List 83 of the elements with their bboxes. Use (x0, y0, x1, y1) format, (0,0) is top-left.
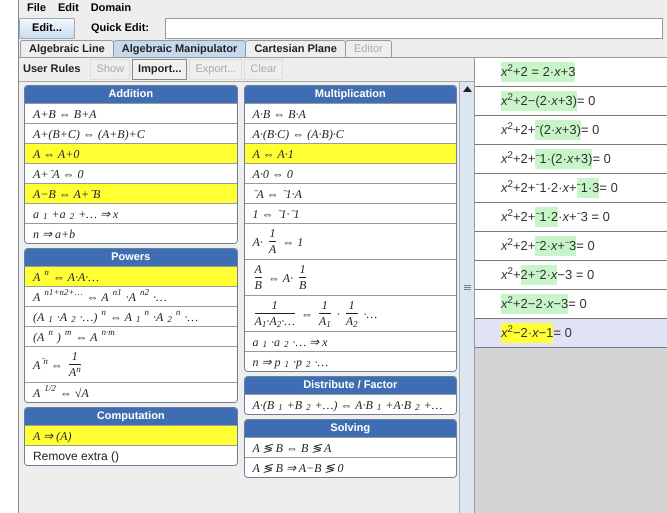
rule-row[interactable]: (A$_{1}$·A$_{2}$·…)$^{n}$ ⇔ A$_{1}$$^{n}$·A$_{2}$$^{n}$·… (25, 306, 236, 326)
scrollbar[interactable] (459, 82, 474, 513)
formula-text: A$^{⁻n}$ ⇔ (33, 356, 63, 374)
expression-part: = 0 (599, 179, 618, 198)
rule-row[interactable]: A ⇔ A·1 (244, 143, 456, 163)
expression-part: x$^{2}$+2+ (501, 149, 536, 168)
formula-text: · (336, 306, 340, 322)
expression-part: ⁻1·3 (576, 178, 600, 198)
derivation-step[interactable]: x$^{2}$+2+⁻1·(2·x+3)= 0 (475, 145, 667, 174)
expression-part: = 0 (592, 150, 611, 168)
rule-row[interactable]: A−B ⇔ A+⁻B (25, 183, 236, 203)
expression-part: x$^{2}$+2 = 2·x+3 (501, 62, 576, 82)
expression-part: ·x+⁻3 = 0 (558, 208, 610, 226)
derivation-step[interactable]: x$^{2}$+2−2·x−3= 0 (475, 290, 667, 319)
derivation-step[interactable]: x$^{2}$−2·x−1= 0 (475, 319, 667, 348)
derivation-step[interactable]: x$^{2}$+2 = 2·x+3 (475, 58, 667, 87)
expression-part: x$^{2}$+ (501, 265, 521, 284)
fraction: 1 A$_{2}$ (344, 298, 359, 329)
formula-text: ·… (364, 306, 378, 322)
expression-part: x$^{2}$+2+ (501, 236, 536, 256)
menu-item[interactable]: Edit (58, 0, 79, 17)
tab[interactable]: Algebraic Manipulator (112, 40, 246, 57)
fraction: 1 A$^{n}$ (67, 349, 82, 380)
card-header: Distribute / Factor (244, 377, 456, 394)
card-header: Addition (25, 86, 236, 103)
grip-icon (464, 285, 470, 290)
card-header: Multiplication (244, 86, 456, 103)
expression-part: = 0 (580, 121, 600, 140)
rule-row[interactable]: A$^{n}$ ⇔ A·A·… (25, 266, 236, 286)
card-header: Solving (244, 420, 456, 437)
derivation-step[interactable]: x$^{2}$+2+⁻2·x+⁻3= 0 (475, 232, 667, 261)
expression-part: x$^{2}$+2+ (501, 207, 536, 226)
expression-part: = 0 (576, 92, 596, 110)
expression-part: = 0 (568, 295, 587, 314)
derivation-step[interactable]: x$^{2}$+2+⁻2·x−3 = 0 (475, 261, 667, 290)
fraction: 1 B (298, 262, 308, 293)
rule-row[interactable]: Remove extra () (25, 445, 236, 465)
derivation-step[interactable]: x$^{2}$+2+⁻(2·x+3)= 0 (475, 116, 667, 145)
expression-part: x$^{2}$+2−2·x−3 (501, 294, 568, 314)
derivation-step[interactable]: x$^{2}$+2+⁻1·2·x+⁻3 = 0 (475, 203, 667, 232)
expression-part: ⁻1·(2·x+3) (535, 149, 592, 169)
tab[interactable]: Algebraic Line (20, 40, 114, 57)
expression-part: x$^{2}$+2+ (501, 120, 536, 140)
expression-part: = 0 (553, 324, 572, 342)
expression-part: x$^{2}$+2+⁻1·2·x+ (501, 178, 577, 198)
card-header: Powers (25, 249, 236, 266)
fraction: A B (253, 262, 263, 293)
menu-item[interactable]: Domain (90, 0, 132, 17)
user-rules-label: User Rules (23, 62, 80, 78)
expression-part: −3 = 0 (557, 266, 594, 284)
expression-part: = 0 (576, 237, 595, 256)
rule-row[interactable]: A ⇔ A+0 (25, 143, 236, 163)
scroll-up-icon[interactable] (462, 86, 472, 92)
derivation-step[interactable]: x$^{2}$+2+⁻1·2·x+⁻1·3= 0 (475, 174, 667, 203)
formula-text: ⇔ 1 (282, 234, 304, 250)
rule-row[interactable]: n ⇒ p$_{1}$·p$_{2}$·… (244, 351, 456, 371)
expression-part: 2+⁻2·x (520, 265, 558, 285)
rule-row[interactable]: n ⇒ a+b (25, 223, 236, 243)
fraction: 1 A$_{1}$·A$_{2}$·… (253, 298, 296, 329)
fraction: 1 A$_{1}$ (317, 298, 332, 329)
toolbar-button[interactable]: Import... (132, 59, 188, 80)
rule-row[interactable]: A·(B$_{1}$+B$_{2}$+…) ⇔ A·B$_{1}$+A·B$_{2}$+… (244, 394, 456, 414)
rule-row[interactable]: A$^{1/2}$ ⇔ √A (25, 382, 236, 402)
rule-row[interactable]: A ⇒ (A) (25, 425, 236, 445)
quick-edit-field[interactable] (165, 18, 663, 39)
rule-row[interactable]: A·(B·C) ⇔ (A·B)·C (244, 123, 456, 143)
menu-item[interactable]: File (27, 0, 46, 17)
formula-text: ⇔ A· (268, 270, 293, 286)
derivation-step[interactable]: x$^{2}$+2−(2·x+3)= 0 (475, 87, 667, 116)
expression-part: ⁻1·2 (535, 207, 558, 227)
expression-part: ⁻(2·x+3) (535, 120, 581, 140)
rule-row[interactable]: A ≶ B ⇒ A−B ≶ 0 (244, 457, 456, 477)
rule-row[interactable]: (A$^{n}$)$^{m}$ ⇔ A$^{n·m}$ (25, 326, 236, 346)
expression-part: x$^{2}$+2−(2·x+3) (501, 91, 577, 111)
formula-text: A· (252, 234, 263, 250)
quick-edit-label: Quick Edit: (90, 21, 150, 36)
expression-part: x$^{2}$−2·x−1 (501, 323, 554, 343)
edit-button[interactable]: Edit... (19, 18, 75, 39)
fraction: 1 A (267, 226, 278, 257)
formula-text: ⇔ (300, 306, 313, 322)
card-header: Computation (25, 408, 236, 425)
rule-row[interactable]: A+(B+C) ⇔ (A+B)+C (25, 123, 236, 143)
expression-part: ⁻2·x+⁻3 (535, 236, 576, 256)
